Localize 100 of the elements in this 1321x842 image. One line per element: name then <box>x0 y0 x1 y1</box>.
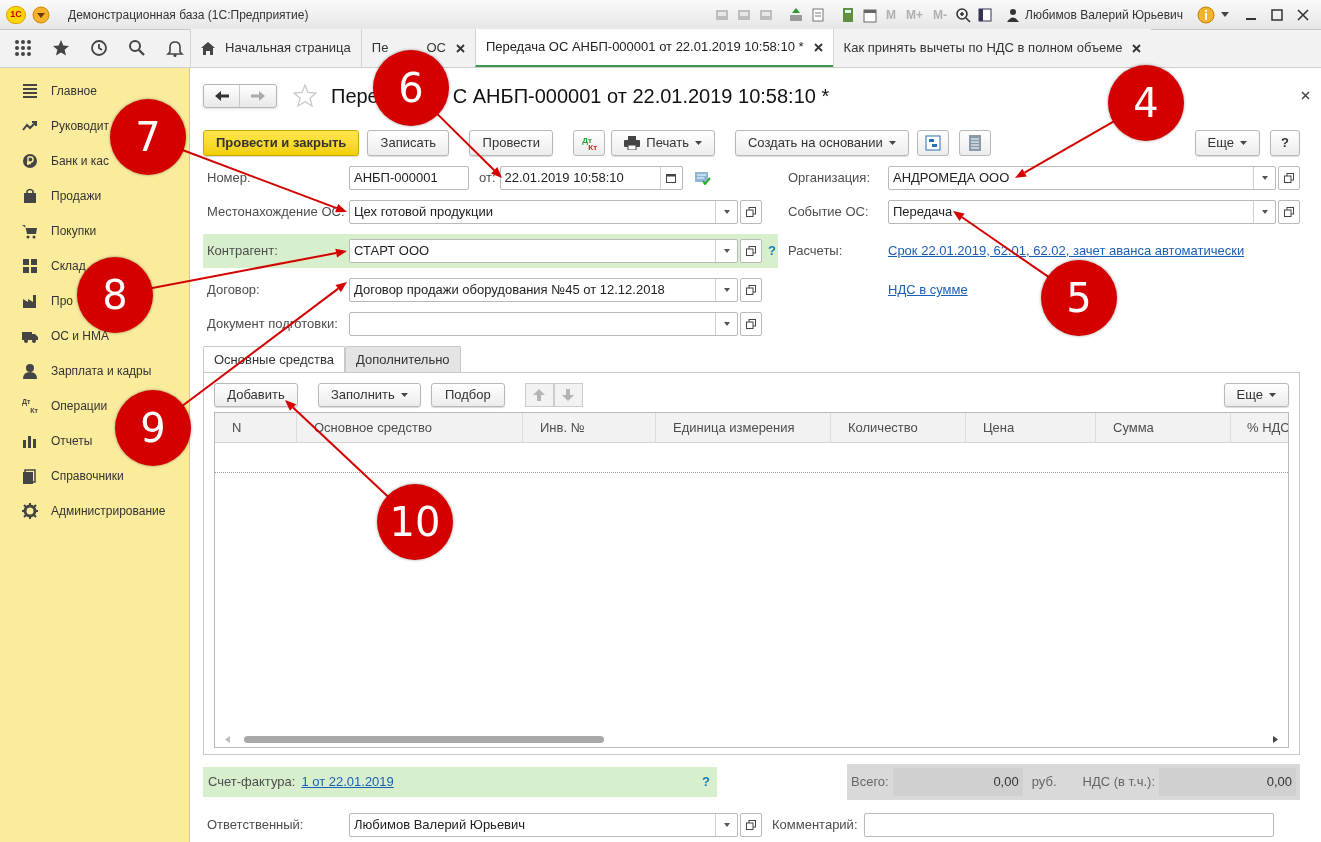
dropdown-caret-icon[interactable] <box>1261 175 1268 180</box>
favorite-star-icon[interactable] <box>293 84 317 108</box>
input-field[interactable] <box>349 311 738 336</box>
maximize-icon[interactable] <box>1271 8 1283 21</box>
menu-button[interactable]: Заполнить <box>318 382 421 407</box>
sidebar-item[interactable]: Отчеты <box>22 431 93 450</box>
toolbar-button[interactable]: Записать <box>367 129 450 156</box>
open-button[interactable] <box>740 311 762 336</box>
invoice-link[interactable]: 1 от 22.01.2019 <box>301 772 394 792</box>
column-header[interactable]: Цена <box>966 412 1096 442</box>
open-window-icon <box>746 820 756 831</box>
toolbar-button[interactable]: ? <box>1270 129 1300 156</box>
calendar-icon[interactable] <box>862 6 879 23</box>
currency-label: руб. <box>1031 773 1057 792</box>
open-button[interactable] <box>740 238 762 263</box>
comment-field[interactable] <box>863 813 1274 838</box>
input-field[interactable]: Цех готовой продукции <box>349 199 738 224</box>
section-tab[interactable]: Дополнительно <box>345 345 461 372</box>
zoom-icon[interactable] <box>955 6 972 23</box>
user-name[interactable]: Любимов Валерий Юрьевич <box>1025 5 1183 24</box>
tab[interactable]: Передача ОС АНБП-000001 от 22.01.2019 10:58:10 * <box>474 29 833 67</box>
arrow-down-icon <box>562 388 575 401</box>
caret-icon <box>1269 392 1276 397</box>
sidebar-item[interactable]: Руководит <box>22 116 109 135</box>
close-icon[interactable] <box>813 42 823 52</box>
ledger-button[interactable] <box>958 129 991 156</box>
field-label: Расчеты: <box>788 242 844 261</box>
column-header[interactable]: Основное средство <box>297 412 523 442</box>
close-icon[interactable] <box>1301 91 1310 101</box>
factory-icon <box>22 292 38 309</box>
open-button[interactable] <box>740 813 762 838</box>
sidebar-item[interactable]: Банк и кас <box>22 151 109 170</box>
scroll-right-icon[interactable] <box>1273 736 1278 744</box>
star-icon[interactable] <box>52 39 70 57</box>
dropdown-caret-icon[interactable] <box>723 823 730 828</box>
column-header[interactable]: Сумма <box>1096 412 1231 442</box>
gear-icon <box>22 502 38 519</box>
open-button[interactable] <box>1278 165 1300 190</box>
dropdown-caret-icon[interactable] <box>723 209 730 214</box>
column-header[interactable]: Количество <box>831 412 966 442</box>
caret-icon <box>888 140 896 145</box>
sidebar-item[interactable]: Про <box>22 291 73 310</box>
document-title: С АНБП-000001 от 22.01.2019 10:58:10 * <box>452 83 830 109</box>
tab[interactable]: Начальная страница <box>190 29 361 67</box>
menu-dropdown-icon[interactable] <box>32 5 50 24</box>
menu-button[interactable]: Печать <box>611 129 715 156</box>
toolbar-button[interactable]: Провести <box>469 129 554 156</box>
menu-button[interactable]: Еще <box>1194 129 1260 156</box>
calendar-icon[interactable] <box>666 172 676 183</box>
post-and-close-button[interactable]: Провести и закрыть <box>203 129 360 156</box>
help-link[interactable]: ? <box>702 772 710 792</box>
open-button[interactable] <box>740 199 762 224</box>
input-field[interactable]: Договор продажи оборудования №45 от 12.12.2018 <box>349 277 738 302</box>
scroll-thumb[interactable] <box>244 736 604 744</box>
input-field[interactable]: Передача <box>888 199 1276 224</box>
app-logo: 1С <box>6 5 26 24</box>
open-button[interactable] <box>1278 199 1300 224</box>
sidebar-item[interactable]: Администрирование <box>22 501 166 520</box>
structure-button[interactable] <box>916 129 949 156</box>
info-icon[interactable] <box>1197 5 1215 24</box>
open-button[interactable] <box>740 277 762 302</box>
column-header[interactable]: Единица измерения <box>656 412 831 442</box>
caret-icon[interactable] <box>1221 11 1229 18</box>
dropdown-caret-icon[interactable] <box>723 321 730 326</box>
close-icon[interactable] <box>455 43 465 53</box>
link[interactable]: НДС в сумме <box>888 280 968 300</box>
toolbar-button[interactable]: Подбор <box>430 382 505 407</box>
dropdown-caret-icon[interactable] <box>723 248 730 253</box>
input-field[interactable]: 22.01.2019 10:58:10 <box>499 165 683 190</box>
sidebar-item[interactable]: Покупки <box>22 221 97 240</box>
help-link[interactable]: ? <box>768 241 776 261</box>
menu-button[interactable]: Еще <box>1223 382 1289 407</box>
sidebar-item[interactable]: Справочники <box>22 466 124 485</box>
navigation-buttons[interactable] <box>203 83 277 108</box>
caret-icon <box>694 140 702 145</box>
close-icon[interactable] <box>1132 43 1142 53</box>
column-header[interactable]: N <box>215 412 297 442</box>
history-icon[interactable] <box>90 39 108 57</box>
bag-icon <box>22 187 38 204</box>
input-field[interactable]: АНДРОМЕДА ООО <box>888 165 1276 190</box>
input-field[interactable]: СТАРТ ООО <box>349 238 738 263</box>
search-icon[interactable] <box>128 39 146 57</box>
debit-credit-button[interactable]: Дт Кт <box>573 129 606 156</box>
sidebar-item[interactable]: Зарплата и кадры <box>22 361 152 380</box>
input-field[interactable]: АНБП-000001 <box>349 165 469 190</box>
panel-icon[interactable] <box>977 6 994 23</box>
dropdown-caret-icon[interactable] <box>723 287 730 292</box>
tab-label: Передача ОС АНБП-000001 от 22.01.2019 10:58:10 * <box>485 38 804 57</box>
menu-button[interactable]: Создать на основании <box>734 129 909 156</box>
tab[interactable]: Как принять вычеты по НДС в полном объеме <box>832 29 1152 67</box>
bell-icon[interactable] <box>166 39 184 57</box>
toolbar-button[interactable]: Добавить <box>214 382 298 407</box>
close-icon[interactable] <box>1297 8 1309 21</box>
column-header[interactable]: Инв. № <box>523 412 656 442</box>
upload-icon[interactable] <box>788 6 805 23</box>
sidebar-item[interactable]: Главное <box>22 81 97 100</box>
sidebar-item[interactable]: Продажи <box>22 186 102 205</box>
dropdown-caret-icon[interactable] <box>1261 209 1268 214</box>
apps-grid-icon[interactable] <box>14 39 32 57</box>
input-field[interactable]: Любимов Валерий Юрьевич <box>349 813 738 838</box>
